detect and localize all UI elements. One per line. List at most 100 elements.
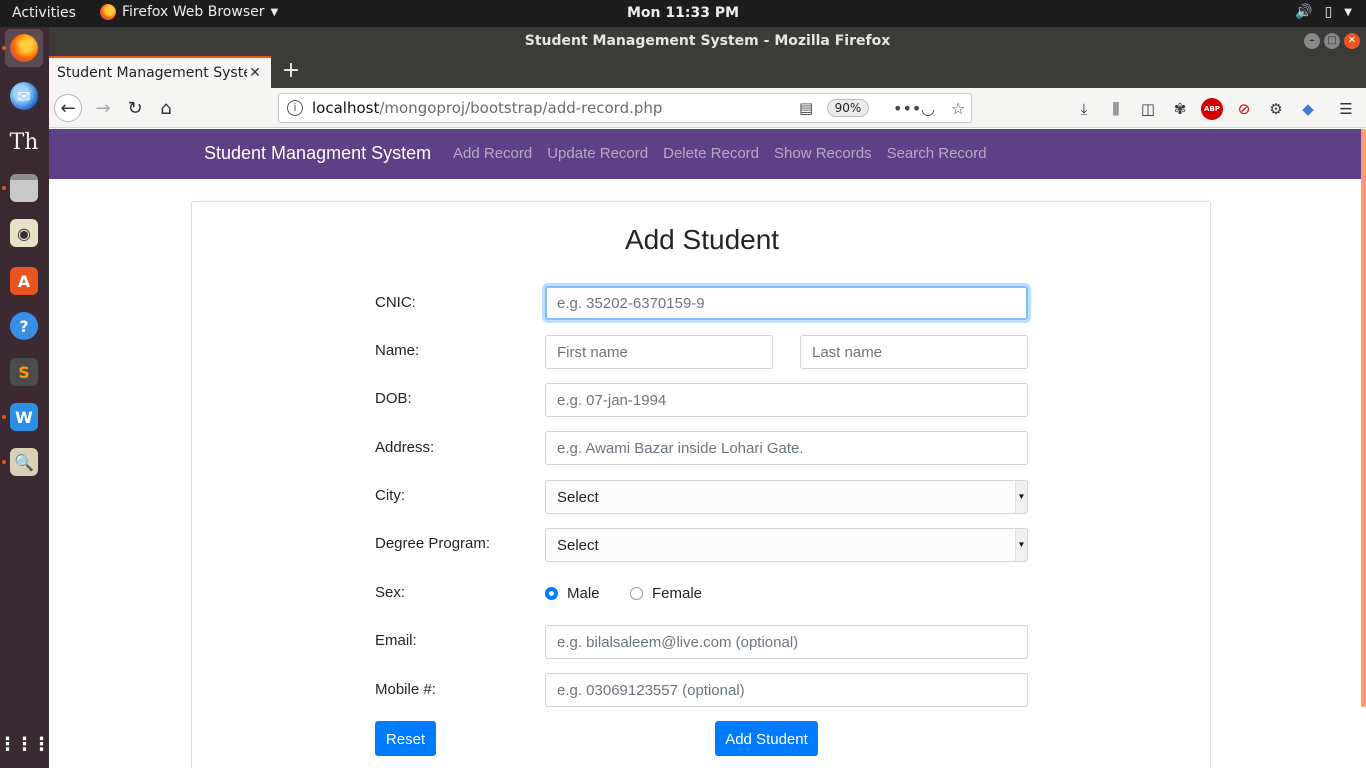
image-viewer-icon: 🔍 <box>10 448 38 476</box>
degree-program-label: Degree Program: <box>375 535 491 552</box>
sex-male-radio[interactable]: Male <box>545 585 600 602</box>
new-tab-button[interactable]: + <box>279 59 303 83</box>
close-tab-icon[interactable]: ✕ <box>247 65 263 81</box>
extension-icon[interactable]: ◆ <box>1297 98 1319 120</box>
address-input[interactable]: e.g. Awami Bazar inside Lohari Gate. <box>545 431 1028 465</box>
forward-button[interactable]: → <box>89 94 117 122</box>
downloads-icon[interactable]: ⤓ <box>1073 98 1095 120</box>
maximize-button[interactable]: □ <box>1324 33 1340 49</box>
dock: ✉ Th ◉ A ? S W 🔍 ⋮⋮⋮ <box>0 27 51 768</box>
blocker-icon[interactable]: ⊘ <box>1233 98 1255 120</box>
window-title: Student Management System - Mozilla Fire… <box>524 33 891 49</box>
dock-item-font-viewer[interactable]: Th <box>5 123 43 161</box>
name-label: Name: <box>375 342 420 359</box>
chevron-down-icon: ▼ <box>1015 529 1027 561</box>
running-indicator <box>2 46 6 50</box>
site-brand[interactable]: Student Managment System <box>204 143 431 164</box>
dock-item-thunderbird[interactable]: ✉ <box>5 77 43 115</box>
degree-select-value: Select <box>557 537 599 554</box>
city-label: City: <box>375 487 405 504</box>
reader-view-icon[interactable]: ▤ <box>799 99 813 117</box>
grid-icon: ⋮⋮⋮ <box>0 733 51 755</box>
nav-toolbar: ← → ↻ ⌂ i localhost/mongoproj/bootstrap/… <box>49 88 1366 128</box>
first-name-input[interactable]: First name <box>545 335 773 369</box>
back-button[interactable]: ← <box>54 94 82 122</box>
page-content: Student Managment System Add Record Upda… <box>49 129 1366 768</box>
firefox-icon <box>10 34 38 62</box>
sex-male-label: Male <box>567 585 600 602</box>
dock-item-image-viewer[interactable]: 🔍 <box>5 443 43 481</box>
nav-link-add-record[interactable]: Add Record <box>453 145 532 162</box>
add-student-button[interactable]: Add Student <box>715 721 818 756</box>
url-bar[interactable]: i localhost/mongoproj/bootstrap/add-reco… <box>278 93 972 123</box>
help-icon: ? <box>10 312 38 340</box>
dock-item-sublime[interactable]: S <box>5 353 43 391</box>
chevron-down-icon: ▼ <box>1015 481 1027 513</box>
menu-icon[interactable]: ☰ <box>1335 98 1357 120</box>
scrollbar[interactable] <box>1361 129 1366 707</box>
adblock-icon[interactable]: ABP <box>1201 98 1223 120</box>
system-tray[interactable]: 🔊 ▯ ▼ <box>1295 4 1352 20</box>
email-label: Email: <box>375 632 417 649</box>
sidebar-icon[interactable]: ◫ <box>1137 98 1159 120</box>
url-text: localhost/mongoproj/bootstrap/add-record… <box>312 99 663 117</box>
window-titlebar: Student Management System - Mozilla Fire… <box>49 27 1366 56</box>
address-label: Address: <box>375 439 435 456</box>
radio-unchecked-icon <box>630 587 643 600</box>
city-select[interactable]: Select ▼ <box>545 480 1028 514</box>
nav-link-update-record[interactable]: Update Record <box>547 145 648 162</box>
tab-student-management[interactable]: Student Management System ✕ <box>49 56 271 88</box>
running-indicator <box>2 415 6 419</box>
bookmark-star-icon[interactable]: ☆ <box>951 99 965 118</box>
files-icon <box>10 174 38 202</box>
running-indicator <box>2 186 6 190</box>
cnic-input[interactable]: e.g. 35202-6370159-9 <box>545 286 1028 320</box>
reload-button[interactable]: ↻ <box>121 94 149 122</box>
running-indicator <box>2 460 6 464</box>
nav-link-search-record[interactable]: Search Record <box>887 145 987 162</box>
dock-item-firefox[interactable] <box>5 29 43 67</box>
mobile-input[interactable]: e.g. 03069123557 (optional) <box>545 673 1028 707</box>
sex-female-radio[interactable]: Female <box>630 585 702 602</box>
close-window-button[interactable]: ✕ <box>1344 33 1360 49</box>
page-actions-icon[interactable]: ••• <box>893 99 921 118</box>
thunderbird-icon: ✉ <box>10 82 38 110</box>
pocket-icon[interactable]: ◡ <box>921 99 935 118</box>
home-button[interactable]: ⌂ <box>152 94 180 122</box>
minimize-button[interactable]: – <box>1304 33 1320 49</box>
add-student-card: Add Student CNIC: e.g. 35202-6370159-9 N… <box>191 201 1211 768</box>
dock-item-rhythmbox[interactable]: ◉ <box>5 214 43 252</box>
nav-link-delete-record[interactable]: Delete Record <box>663 145 759 162</box>
site-navbar: Student Managment System Add Record Upda… <box>49 129 1361 179</box>
last-name-input[interactable]: Last name <box>800 335 1028 369</box>
battery-icon: ▯ <box>1324 4 1333 20</box>
dob-label: DOB: <box>375 390 412 407</box>
gnome-extension-icon[interactable]: ✾ <box>1169 98 1191 120</box>
settings-extension-icon[interactable]: ⚙ <box>1265 98 1287 120</box>
library-icon[interactable]: ⫼ <box>1105 98 1127 120</box>
tab-title: Student Management System <box>57 65 247 81</box>
show-applications-button[interactable]: ⋮⋮⋮ <box>0 725 51 763</box>
font-viewer-icon: Th <box>9 129 39 155</box>
dock-item-wps[interactable]: W <box>5 398 43 436</box>
volume-icon: 🔊 <box>1295 4 1313 20</box>
email-input[interactable]: e.g. bilalsaleem@live.com (optional) <box>545 625 1028 659</box>
software-center-icon: A <box>10 267 38 295</box>
degree-program-select[interactable]: Select ▼ <box>545 528 1028 562</box>
tab-strip: Student Management System ✕ + <box>49 56 1366 88</box>
reset-button[interactable]: Reset <box>375 721 436 756</box>
wps-writer-icon: W <box>10 403 38 431</box>
info-icon[interactable]: i <box>287 100 303 116</box>
dock-item-software[interactable]: A <box>5 262 43 300</box>
gnome-top-bar: Activities Firefox Web Browser ▼ Mon 11:… <box>0 0 1366 27</box>
dock-item-help[interactable]: ? <box>5 307 43 345</box>
rhythmbox-icon: ◉ <box>10 219 38 247</box>
clock[interactable]: Mon 11:33 PM <box>0 5 1366 21</box>
chevron-down-icon: ▼ <box>1344 6 1352 18</box>
dock-item-files[interactable] <box>5 169 43 207</box>
mobile-label: Mobile #: <box>375 681 436 698</box>
nav-link-show-records[interactable]: Show Records <box>774 145 872 162</box>
radio-checked-icon <box>545 587 558 600</box>
dob-input[interactable]: e.g. 07-jan-1994 <box>545 383 1028 417</box>
zoom-level[interactable]: 90% <box>827 99 869 117</box>
